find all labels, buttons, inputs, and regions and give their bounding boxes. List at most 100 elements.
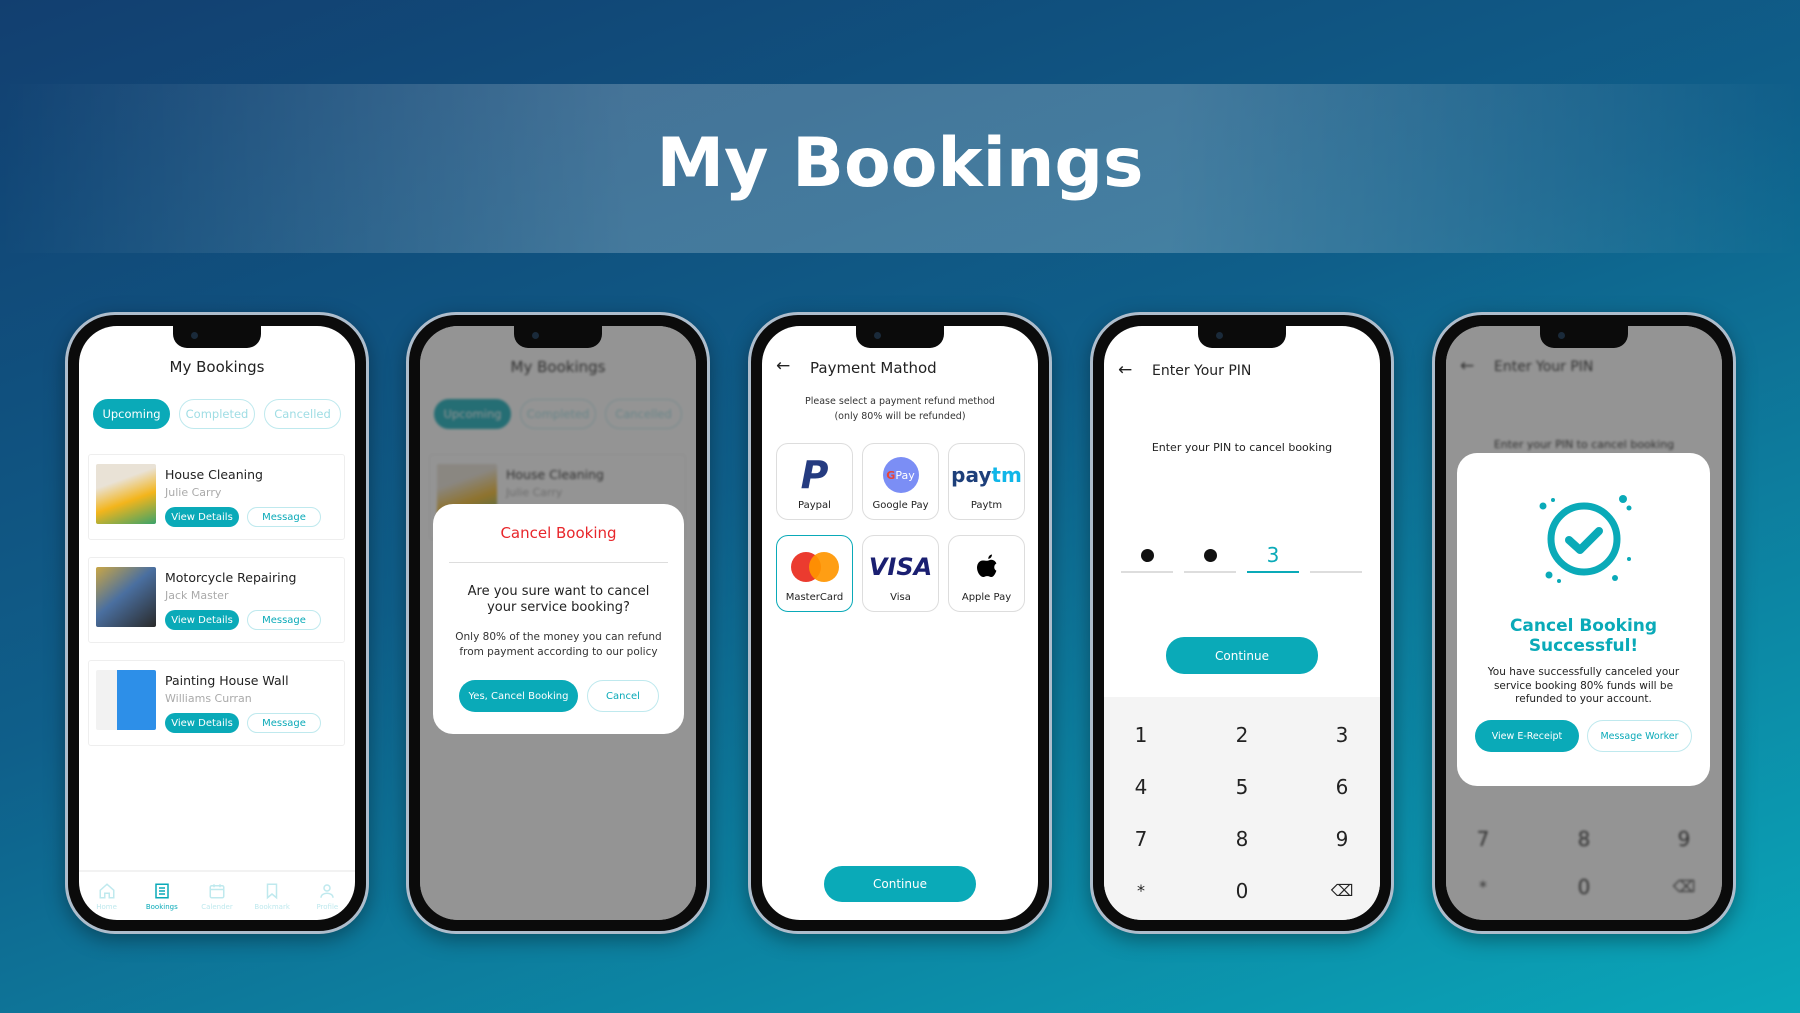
method-google-pay[interactable]: G Pay Google Pay <box>862 443 939 520</box>
phone-success: ← Enter Your PIN Enter your PIN to cance… <box>1432 312 1736 934</box>
view-details-button[interactable]: View Details <box>165 713 239 733</box>
success-message: You have successfully canceled your serv… <box>1487 666 1680 705</box>
success-title: Cancel Booking Successful! <box>1509 616 1658 656</box>
continue-button[interactable]: Continue <box>1166 637 1318 674</box>
nav-profile[interactable]: Profile <box>302 882 352 911</box>
pin-screen: ← Enter Your PIN Enter your PIN to cance… <box>1104 326 1380 920</box>
method-mastercard[interactable]: MasterCard <box>776 535 853 612</box>
notch <box>856 326 944 348</box>
back-arrow-icon[interactable]: ← <box>776 356 790 376</box>
pin-slot-1[interactable] <box>1121 543 1173 573</box>
message-button[interactable]: Message <box>247 713 321 733</box>
phone-bookings: My Bookings Upcoming Completed Cancelled… <box>65 312 369 934</box>
phone-pin: ← Enter Your PIN Enter your PIN to cance… <box>1090 312 1394 934</box>
notch <box>514 326 602 348</box>
message-worker-button[interactable]: Message Worker <box>1587 720 1692 752</box>
cancel-booking-dialog: Cancel Booking Are you sure want to canc… <box>433 504 684 734</box>
bottom-nav: Home Bookings Calender Bookmark Profile <box>79 870 355 920</box>
pin-slot-2[interactable] <box>1184 543 1236 573</box>
phone-payment: ← Payment Mathod Please select a payment… <box>748 312 1052 934</box>
tab-completed[interactable]: Completed <box>179 399 255 429</box>
payment-screen: ← Payment Mathod Please select a payment… <box>762 326 1038 920</box>
worker-name: Julie Carry <box>165 486 222 499</box>
calendar-icon <box>209 883 225 898</box>
method-paypal[interactable]: P Paypal <box>776 443 853 520</box>
message-button[interactable]: Message <box>247 507 321 527</box>
booking-card[interactable]: Painting House Wall Williams Curran View… <box>88 660 345 746</box>
screen-title: Payment Mathod <box>810 359 937 377</box>
backspace-icon[interactable]: ⌫ <box>1312 881 1372 900</box>
key-5[interactable]: 5 <box>1212 775 1272 799</box>
nav-bookmark[interactable]: Bookmark <box>247 882 297 911</box>
method-paytm[interactable]: paytm Paytm <box>948 443 1025 520</box>
dismiss-button[interactable]: Cancel <box>587 680 659 712</box>
home-icon <box>99 882 115 898</box>
key-4[interactable]: 4 <box>1111 775 1171 799</box>
screen-title: Enter Your PIN <box>1152 363 1252 379</box>
key-2[interactable]: 2 <box>1212 723 1272 747</box>
booking-card[interactable]: House Cleaning Julie Carry View Details … <box>88 454 345 540</box>
page-title: My Bookings <box>656 124 1144 203</box>
key-8[interactable]: 8 <box>1212 827 1272 851</box>
pin-slot-4[interactable] <box>1310 543 1362 573</box>
payment-subtitle: Please select a payment refund method <box>805 396 995 407</box>
method-label: Visa <box>890 592 911 603</box>
worker-name: Jack Master <box>165 589 229 602</box>
method-label: Apple Pay <box>961 592 1012 603</box>
method-label: MasterCard <box>785 592 844 603</box>
key-9[interactable]: 9 <box>1312 827 1372 851</box>
booking-title: Painting House Wall <box>165 673 289 688</box>
nav-calendar[interactable]: Calender <box>192 882 242 911</box>
screen-title: My Bookings <box>169 358 265 376</box>
paypal-icon: P <box>800 453 829 497</box>
method-label: Paypal <box>798 500 831 511</box>
method-apple-pay[interactable]: Apple Pay <box>948 535 1025 612</box>
view-details-button[interactable]: View Details <box>165 610 239 630</box>
pin-instruction: Enter your PIN to cancel booking <box>1151 441 1333 454</box>
success-dialog: Cancel Booking Successful! You have succ… <box>1457 453 1710 786</box>
key-0[interactable]: 0 <box>1212 879 1272 903</box>
view-e-receipt-button[interactable]: View E-Receipt <box>1475 720 1579 752</box>
key-1[interactable]: 1 <box>1111 723 1171 747</box>
bookings-icon <box>155 883 169 898</box>
google-pay-icon: G Pay <box>863 454 938 496</box>
key-7[interactable]: 7 <box>1111 827 1171 851</box>
confirm-cancel-button[interactable]: Yes, Cancel Booking <box>459 680 578 712</box>
key-star[interactable]: * <box>1111 881 1171 900</box>
nav-home[interactable]: Home <box>82 882 132 911</box>
booking-photo <box>96 567 156 627</box>
method-visa[interactable]: VISA Visa <box>862 535 939 612</box>
booking-photo <box>96 670 156 730</box>
notch <box>1198 326 1286 348</box>
visa-icon: VISA <box>868 553 933 581</box>
bookmark-icon <box>266 883 278 899</box>
booking-card[interactable]: Motorcycle Repairing Jack Master View De… <box>88 557 345 643</box>
tab-upcoming[interactable]: Upcoming <box>93 399 170 429</box>
pin-slot-3[interactable]: 3 <box>1247 543 1299 573</box>
key-3[interactable]: 3 <box>1312 723 1372 747</box>
booking-photo <box>96 464 156 524</box>
worker-name: Williams Curran <box>165 692 252 705</box>
phone-cancel-dialog: My Bookings Upcoming Completed Cancelled… <box>406 312 710 934</box>
view-details-button[interactable]: View Details <box>165 507 239 527</box>
dialog-title: Cancel Booking <box>500 524 617 542</box>
key-6[interactable]: 6 <box>1312 775 1372 799</box>
continue-button[interactable]: Continue <box>824 866 976 902</box>
method-label: Paytm <box>970 500 1003 511</box>
message-button[interactable]: Message <box>247 610 321 630</box>
nav-label: Bookings <box>145 902 178 911</box>
nav-label: Calender <box>201 902 233 911</box>
apple-icon <box>949 546 1024 588</box>
back-arrow-icon[interactable]: ← <box>1118 360 1132 380</box>
notch <box>1540 326 1628 348</box>
notch <box>173 326 261 348</box>
dialog-note: Only 80% of the money you can refund fro… <box>455 631 662 658</box>
nav-label: Home <box>96 902 117 911</box>
method-label: Google Pay <box>872 500 929 511</box>
nav-bookings[interactable]: Bookings <box>137 882 187 911</box>
success-check-icon <box>1539 495 1632 583</box>
dialog-question: Are you sure want to cancel your service… <box>467 584 650 615</box>
divider <box>449 562 668 563</box>
mastercard-icon <box>777 546 852 588</box>
tab-cancelled[interactable]: Cancelled <box>264 399 341 429</box>
